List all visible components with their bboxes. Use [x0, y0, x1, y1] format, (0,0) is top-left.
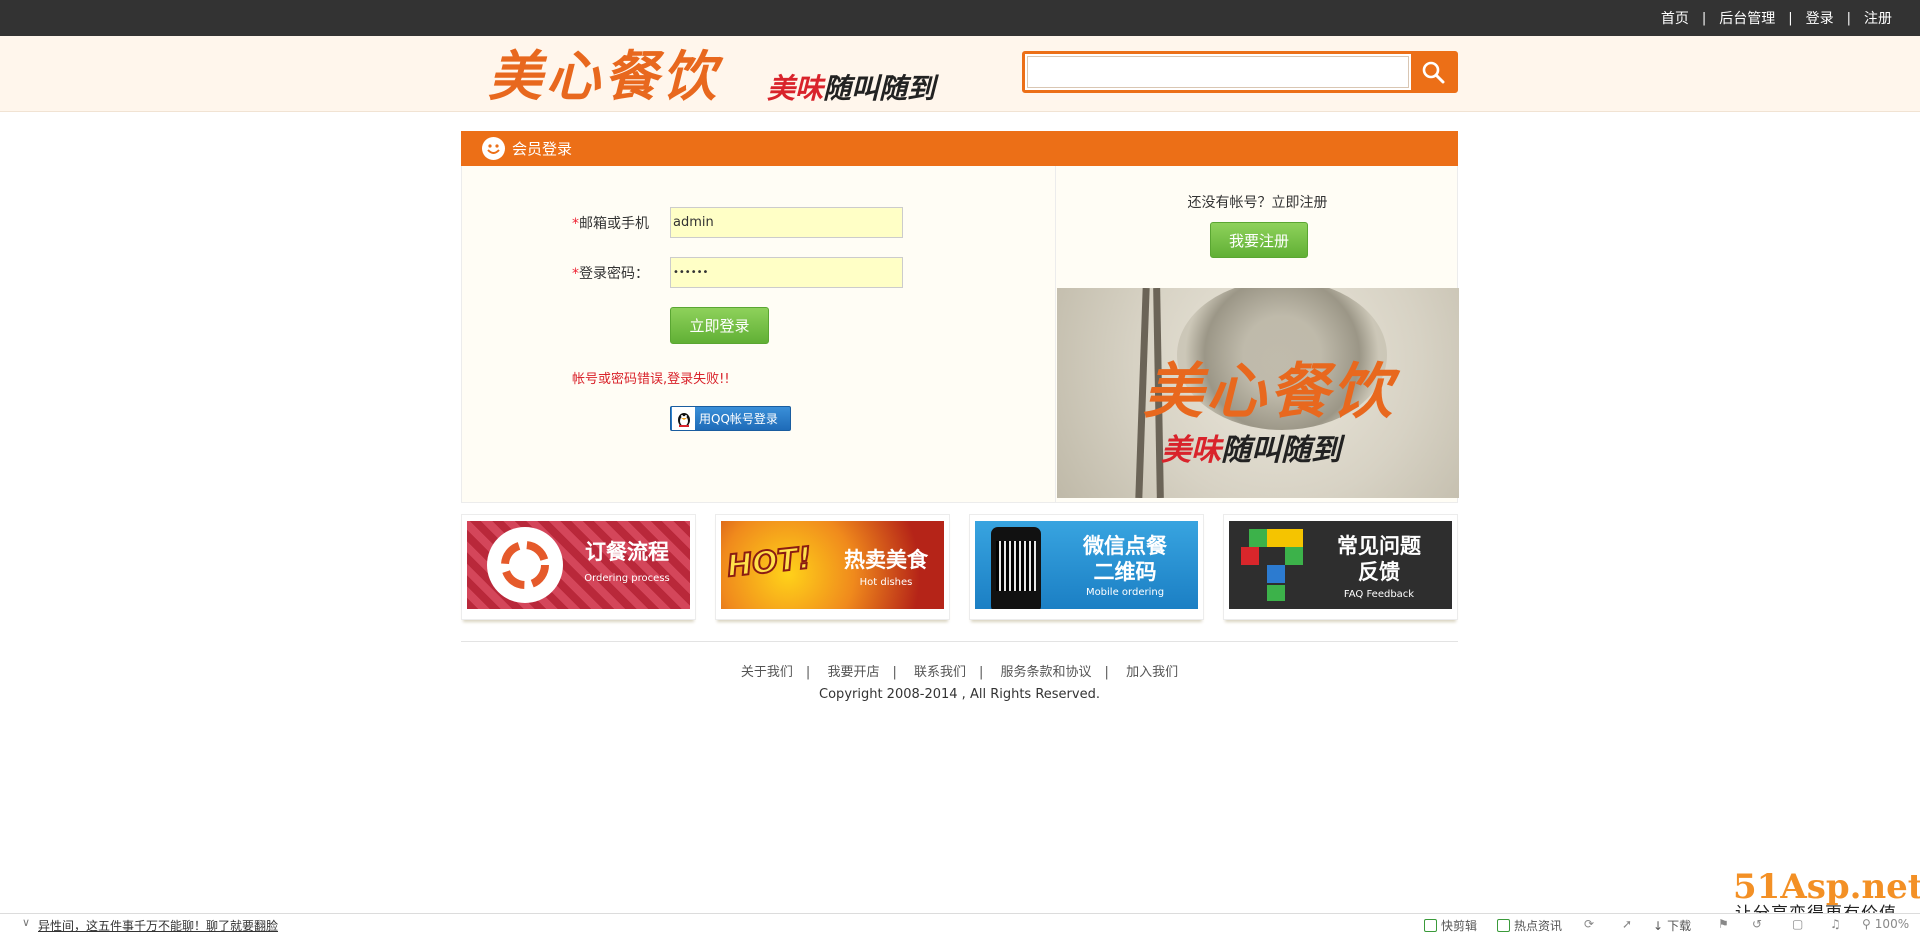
login-button[interactable]: 立即登录 [670, 307, 769, 344]
banner-faq[interactable]: 常见问题 反馈 FAQ Feedback [1223, 514, 1458, 620]
search-box [1022, 51, 1458, 93]
qq-penguin-icon [672, 407, 695, 430]
password-label: *登录密码： [572, 266, 649, 282]
promo-image: 美心餐饮 美味随叫随到 [1057, 288, 1459, 498]
hot-news-button[interactable]: 热点资讯 [1497, 917, 1562, 934]
banner-subtitle: Hot dishes [859, 577, 913, 588]
flag-icon[interactable]: ⚑ [1718, 917, 1729, 931]
login-panel: *邮箱或手机 admin *登录密码： •••••• 立即登录 帐号或密码错误,… [461, 166, 1459, 503]
banner-title: 热卖美食 [844, 548, 928, 572]
top-bar: 首页 | 后台管理 | 登录 | 注册 [0, 0, 1920, 36]
question-mark-icon [1241, 529, 1303, 601]
zoom-icon: ⚲ [1862, 917, 1871, 931]
banner-title: 微信点餐 二维码 [1083, 534, 1167, 584]
nav-separator: | [1846, 10, 1851, 26]
pin-icon[interactable]: ➚ [1622, 917, 1632, 931]
volume-icon[interactable]: ♫ [1830, 917, 1841, 931]
smiley-icon [482, 137, 505, 160]
slogan-red: 美味 [767, 72, 824, 105]
slogan-dark: 随叫随到 [823, 72, 936, 105]
copyright: Copyright 2008-2014 , All Rights Reserve… [819, 687, 1100, 702]
quick-clip-button[interactable]: 快剪辑 [1424, 917, 1477, 934]
footer-link-join[interactable]: 加入我们 [1126, 665, 1178, 680]
login-panel-title: 会员登录 [512, 140, 573, 158]
banner-title: 常见问题 反馈 [1337, 534, 1421, 584]
footer-link-contact[interactable]: 联系我们 [914, 665, 966, 680]
login-panel-header: 会员登录 [461, 131, 1458, 166]
register-prompt: 还没有帐号？立即注册 [1187, 195, 1328, 211]
footer-divider [461, 641, 1458, 642]
footer-link-open-shop[interactable]: 我要开店 [827, 665, 879, 680]
browser-status-bar: ∨ 异性间，这五件事千万不能聊！聊了就要翻脸 快剪辑 热点资讯 ⟳ ➚ ↓ 下载 … [0, 913, 1920, 935]
login-error-message: 帐号或密码错误,登录失败!! [572, 372, 730, 387]
banner-hot-dishes[interactable]: HOT! 热卖美食 Hot dishes [715, 514, 950, 620]
top-nav: 首页 | 后台管理 | 登录 | 注册 [1661, 0, 1892, 36]
play-icon [1424, 919, 1437, 932]
banner-ordering-process[interactable]: 订餐流程 Ordering process [461, 514, 696, 620]
banner-title: 订餐流程 [585, 540, 669, 564]
banner-subtitle: FAQ Feedback [1343, 589, 1415, 600]
register-button[interactable]: 我要注册 [1210, 222, 1308, 258]
nav-login[interactable]: 登录 [1806, 8, 1834, 28]
feature-banners: 订餐流程 Ordering process HOT! 热卖美食 Hot dish… [461, 514, 1458, 620]
refresh-icon[interactable]: ⟳ [1584, 917, 1594, 931]
search-input[interactable] [1027, 56, 1409, 88]
news-icon [1497, 919, 1510, 932]
login-form: *邮箱或手机 admin *登录密码： •••••• 立即登录 帐号或密码错误,… [462, 166, 1056, 502]
zoom-level[interactable]: ⚲ 100% [1862, 917, 1909, 931]
download-icon: ↓ [1653, 918, 1664, 933]
site-slogan: 美味随叫随到 [767, 73, 935, 105]
banner-subtitle: Ordering process [584, 573, 670, 584]
nav-separator: | [1701, 10, 1707, 26]
nav-home[interactable]: 首页 [1661, 8, 1689, 28]
phone-icon [991, 527, 1041, 609]
window-icon[interactable]: ▢ [1792, 917, 1803, 931]
nav-register[interactable]: 注册 [1864, 8, 1892, 28]
plate-icon [487, 527, 563, 603]
qq-login-label: 用QQ帐号登录 [699, 412, 778, 426]
site-header [0, 36, 1920, 112]
password-field[interactable]: •••••• [670, 257, 903, 288]
register-area: 还没有帐号？立即注册 我要注册 美心餐饮 美味随叫随到 [1057, 166, 1459, 502]
email-label: *邮箱或手机 [572, 216, 649, 232]
banner-wechat-order[interactable]: 微信点餐 二维码 Mobile ordering [969, 514, 1204, 620]
banner-subtitle: Mobile ordering [1085, 587, 1165, 598]
footer-link-about[interactable]: 关于我们 [741, 665, 793, 680]
search-button[interactable] [1411, 54, 1455, 90]
news-ticker-link[interactable]: 异性间，这五件事千万不能聊！聊了就要翻脸 [38, 917, 278, 934]
qq-login-button[interactable]: 用QQ帐号登录 [670, 406, 791, 431]
qr-code-icon [996, 541, 1036, 591]
search-icon [1422, 61, 1445, 84]
site-logo[interactable]: 美心餐饮 [488, 47, 720, 107]
nav-admin[interactable]: 后台管理 [1719, 8, 1775, 28]
footer-links: 关于我们 | 我要开店 | 联系我们 | 服务条款和协议 | 加入我们 [740, 665, 1179, 680]
promo-title: 美心餐饮 [1143, 357, 1395, 427]
download-button[interactable]: ↓ 下载 [1653, 917, 1691, 934]
hot-badge: HOT! [724, 540, 814, 586]
undo-icon[interactable]: ↺ [1752, 917, 1762, 931]
footer-link-terms[interactable]: 服务条款和协议 [1001, 665, 1092, 680]
chevron-down-icon[interactable]: ∨ [22, 916, 30, 929]
nav-separator: | [1788, 10, 1793, 26]
email-field[interactable]: admin [670, 207, 903, 238]
promo-slogan: 美味随叫随到 [1161, 433, 1341, 468]
